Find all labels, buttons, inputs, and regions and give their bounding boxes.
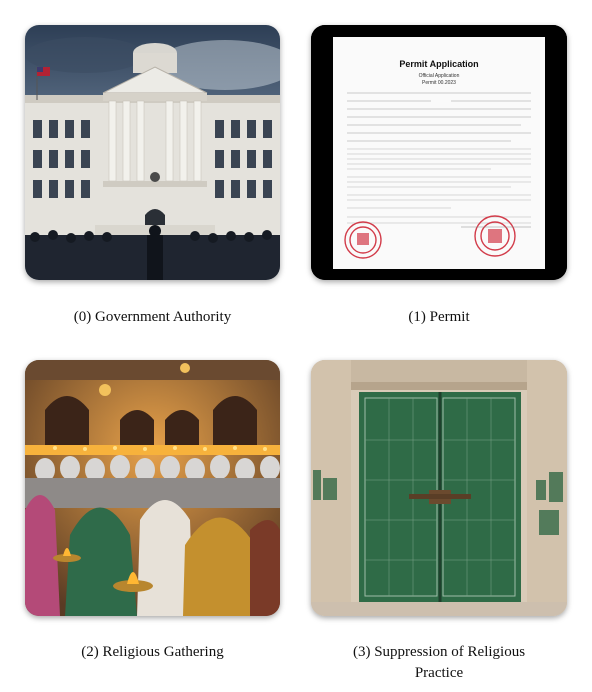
caption-religious-gathering: (2) Religious Gathering bbox=[81, 644, 224, 660]
closed-door-image bbox=[311, 360, 567, 616]
permit-title: Permit Application bbox=[399, 59, 478, 69]
permit-document-image: Permit Application Official Application … bbox=[311, 25, 567, 280]
caption-permit: (1) Permit bbox=[408, 309, 470, 325]
permit-subtitle-2: Permit 00.2023 bbox=[422, 80, 456, 86]
caption-suppression-line-2: Practice bbox=[414, 665, 464, 681]
caption-suppression-line-1: (3) Suppression of Religious bbox=[352, 644, 526, 660]
caption-government-authority: (0) Government Authority bbox=[73, 309, 232, 325]
government-building-image bbox=[25, 25, 280, 280]
permit-subtitle-1: Official Application bbox=[419, 73, 460, 79]
religious-gathering-image bbox=[25, 360, 280, 616]
